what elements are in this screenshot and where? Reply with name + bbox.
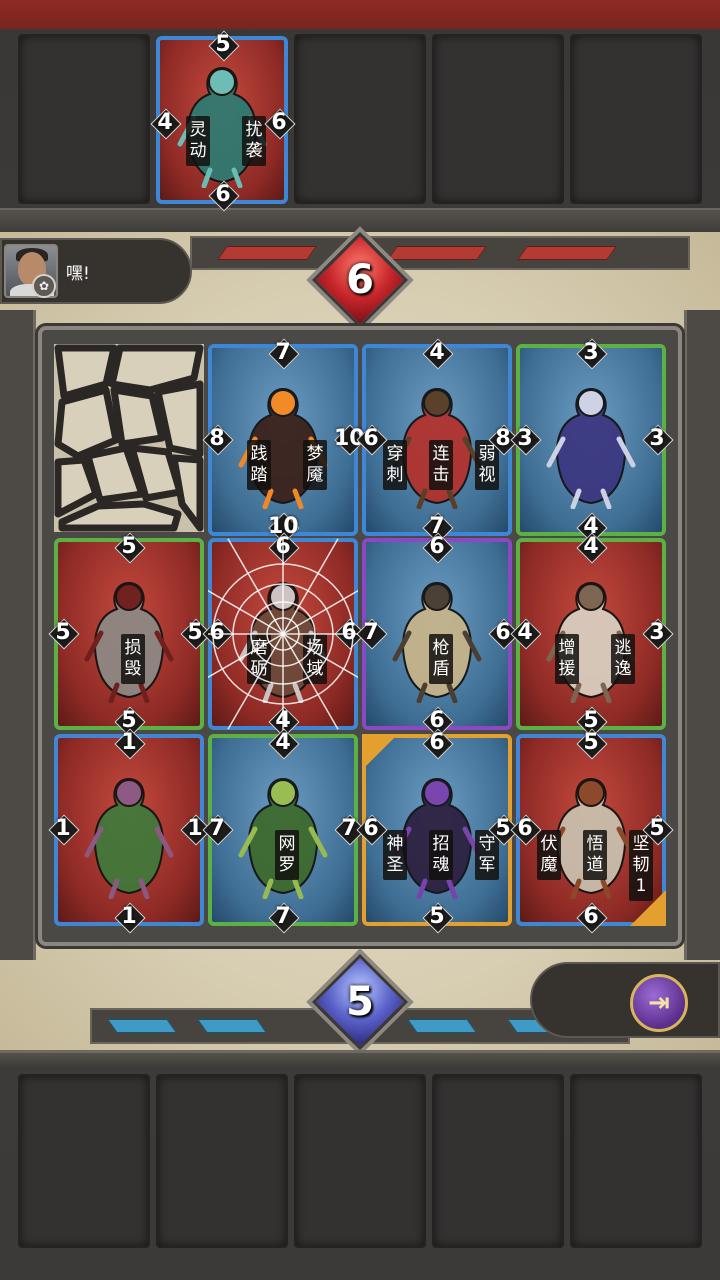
card-skill-label: 灵动 (186, 116, 210, 166)
card-skill-label: 穿刺 (383, 440, 407, 490)
player-hand-slot[interactable] (432, 1074, 564, 1248)
card-stat-left: 5 (48, 618, 78, 648)
card-skill-label: 场域 (303, 634, 327, 684)
card-stat-top: 7 (268, 338, 298, 368)
card-skill-label: 逃逸 (611, 634, 635, 684)
card-stat-bottom: 6 (576, 902, 606, 932)
card-stat-left: 1 (48, 814, 78, 844)
board-card[interactable]: 穿刺 连击 弱视 4 8 7 6 (362, 340, 512, 539)
card-stat-bottom: 5 (422, 902, 452, 932)
board-card[interactable]: 枪盾 6 6 6 7 (362, 534, 512, 733)
card-stat-top: 5 (114, 532, 144, 562)
lotus-icon: ✿ (32, 274, 56, 298)
opponent-hand-slot (432, 34, 564, 204)
opponent-hand-slot (18, 34, 150, 204)
card-corner-marker (362, 734, 398, 770)
card-skill-label: 磨砺 (247, 634, 271, 684)
card-stat-top: 1 (114, 728, 144, 758)
card-stat-top: 6 (422, 728, 452, 758)
opponent-hand-card[interactable]: 灵动 扰袭 5 6 6 4 (156, 32, 288, 207)
board-card[interactable]: 损毁 5 5 5 5 (54, 534, 204, 733)
card-stat-left: 6 (510, 814, 540, 844)
board-card[interactable]: 网罗 4 7 7 7 (208, 730, 358, 929)
card-stat-top: 4 (576, 532, 606, 562)
player-score: 5 (346, 979, 374, 1025)
card-skill-label: 悟道 (583, 830, 607, 880)
card-stat-left: 6 (356, 814, 386, 844)
opponent-banner (190, 236, 690, 270)
opponent-hand-slot (570, 34, 702, 204)
card-stat-top: 6 (422, 532, 452, 562)
player-hand-slot[interactable] (570, 1074, 702, 1248)
card-stat-bottom: 6 (208, 180, 238, 210)
opponent-hand-slot (294, 34, 426, 204)
card-stat-right: 3 (642, 424, 672, 454)
card-stat-left: 7 (202, 814, 232, 844)
card-stat-left: 4 (510, 618, 540, 648)
opponent-score: 6 (346, 257, 374, 303)
player-hand-slot[interactable] (18, 1074, 150, 1248)
board-card[interactable]: 伏魔 悟道 坚韧1 5 5 6 6 (516, 730, 666, 929)
board-card[interactable]: 1111 (54, 730, 204, 929)
exit-door-icon[interactable]: ⇥ (630, 974, 688, 1032)
right-frame (684, 310, 720, 960)
rock-tile (54, 344, 204, 532)
card-stat-top: 3 (576, 338, 606, 368)
card-stat-left: 7 (356, 618, 386, 648)
opponent-score-gem: 6 (311, 231, 409, 329)
card-skill-label: 践踏 (247, 440, 271, 490)
card-stat-right: 3 (642, 618, 672, 648)
card-stat-right: 6 (264, 108, 294, 138)
card-stat-left: 4 (150, 108, 180, 138)
board-card[interactable]: 3343 (516, 340, 666, 539)
card-skill-label: 损毁 (121, 634, 145, 684)
card-skill-label: 网罗 (275, 830, 299, 880)
card-stat-top: 6 (268, 532, 298, 562)
card-skill-label: 增援 (555, 634, 579, 684)
card-skill-label: 招魂 (429, 830, 453, 880)
card-stat-left: 8 (202, 424, 232, 454)
board-card[interactable]: 神圣 招魂 守军 6 5 5 6 (362, 730, 512, 929)
card-skill-label: 枪盾 (429, 634, 453, 684)
board-card[interactable]: 磨砺 场域 6 6 4 6 (208, 534, 358, 733)
card-corner-marker (630, 890, 666, 926)
card-stat-bottom: 1 (114, 902, 144, 932)
card-stat-left: 6 (356, 424, 386, 454)
exit-panel (530, 962, 720, 1038)
card-skill-label: 连击 (429, 440, 453, 490)
card-stat-right: 5 (642, 814, 672, 844)
fairy-icon (84, 777, 174, 899)
card-stat-top: 5 (208, 30, 238, 60)
chat-message: 嘿! (66, 264, 90, 284)
wraith-icon (546, 387, 636, 509)
left-frame (0, 310, 36, 960)
card-stat-top: 4 (268, 728, 298, 758)
card-skill-label: 扰袭 (242, 116, 266, 166)
player-hand-slot[interactable] (156, 1074, 288, 1248)
card-stat-top: 4 (422, 338, 452, 368)
player-hand-slot[interactable] (294, 1074, 426, 1248)
card-skill-label: 神圣 (383, 830, 407, 880)
card-stat-bottom: 7 (268, 902, 298, 932)
board-card[interactable]: 践踏 梦魇 7 10 10 8 (208, 340, 365, 539)
card-stat-left: 3 (510, 424, 540, 454)
card-stat-left: 6 (202, 618, 232, 648)
card-stat-top: 5 (576, 728, 606, 758)
board-card[interactable]: 增援 逃逸 4 3 5 4 (516, 534, 666, 733)
card-skill-label: 伏魔 (537, 830, 561, 880)
card-skill-label: 梦魇 (303, 440, 327, 490)
player-score-gem: 5 (311, 953, 409, 1051)
